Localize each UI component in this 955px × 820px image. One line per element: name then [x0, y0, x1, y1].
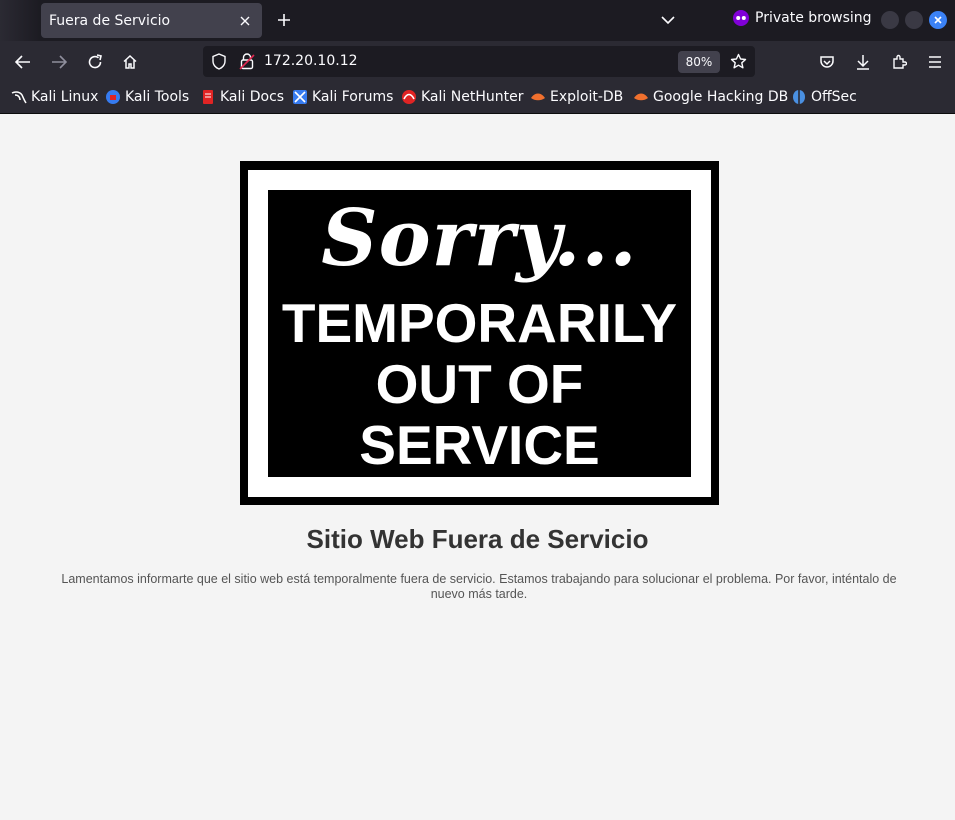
- bookmark-kali-forums[interactable]: Kali Forums: [292, 89, 393, 105]
- tab-title: Fuera de Servicio: [49, 12, 171, 29]
- bookmark-star-icon[interactable]: [730, 53, 747, 74]
- download-icon: [857, 55, 869, 70]
- kali-tools-icon: [105, 89, 121, 105]
- new-tab-button[interactable]: [272, 8, 296, 32]
- back-button[interactable]: [11, 50, 35, 74]
- ghdb-icon: [633, 89, 649, 105]
- pocket-icon: [820, 56, 834, 68]
- maximize-button[interactable]: [905, 11, 923, 29]
- page-message: Lamentamos informarte que el sitio web e…: [61, 572, 897, 601]
- reload-icon: [88, 54, 102, 69]
- minimize-button[interactable]: [881, 11, 899, 29]
- bookmark-kali-docs[interactable]: Kali Docs: [200, 89, 284, 105]
- kali-forums-icon: [292, 89, 308, 105]
- shield-icon[interactable]: [211, 53, 227, 74]
- bookmark-kali-linux[interactable]: Kali Linux: [11, 89, 98, 105]
- forward-arrow-icon: [52, 55, 67, 69]
- back-arrow-icon: [15, 55, 30, 69]
- page-heading: Sitio Web Fuera de Servicio: [306, 524, 649, 554]
- puzzle-icon: [893, 54, 907, 69]
- bookmarks-toolbar: Kali Linux Kali Tools Kali Docs Kali For…: [0, 83, 955, 114]
- reload-button[interactable]: [83, 50, 107, 74]
- window-close-button[interactable]: [929, 11, 947, 29]
- private-browsing-indicator: Private browsing: [733, 10, 872, 26]
- private-mask-icon: [733, 10, 749, 26]
- url-bar[interactable]: 172.20.10.12 80%: [203, 46, 755, 77]
- out-of-service-sign-image: Sorry... TEMPORARILY OUT OF SERVICE: [240, 161, 719, 505]
- home-button[interactable]: [118, 50, 142, 74]
- offsec-icon: [791, 89, 807, 105]
- tab-fuera-de-servicio[interactable]: Fuera de Servicio: [41, 3, 262, 38]
- close-icon[interactable]: [234, 10, 256, 32]
- tab-strip-edge: [0, 0, 40, 41]
- sign-line-temporarily: TEMPORARILY: [281, 292, 678, 354]
- bookmark-kali-tools[interactable]: Kali Tools: [105, 89, 189, 105]
- sign-sorry-text: Sorry...: [321, 193, 638, 284]
- zoom-level-button[interactable]: 80%: [678, 51, 720, 73]
- bookmark-exploit-db[interactable]: Exploit-DB: [530, 89, 623, 105]
- kali-dragon-icon: [11, 89, 27, 105]
- downloads-button[interactable]: [851, 50, 875, 74]
- hamburger-icon: [929, 56, 941, 68]
- list-all-tabs-button[interactable]: [656, 8, 680, 32]
- chevron-down-icon: [661, 16, 675, 25]
- private-browsing-label: Private browsing: [755, 10, 872, 26]
- plus-icon: [278, 14, 290, 26]
- page-content: Sorry... TEMPORARILY OUT OF SERVICE Siti…: [0, 114, 955, 820]
- close-icon: [934, 16, 942, 24]
- sign-line-out-of: OUT OF: [375, 353, 584, 415]
- nethunter-icon: [401, 89, 417, 105]
- sign-line-service: SERVICE: [359, 414, 600, 476]
- insecure-lock-icon[interactable]: [239, 53, 255, 74]
- exploit-db-icon: [530, 89, 546, 105]
- pocket-button[interactable]: [815, 50, 839, 74]
- menu-button[interactable]: [923, 50, 947, 74]
- bookmark-offsec[interactable]: OffSec: [791, 89, 857, 105]
- forward-button[interactable]: [47, 50, 71, 74]
- bookmark-google-hacking-db[interactable]: Google Hacking DB: [633, 89, 788, 105]
- bookmark-kali-nethunter[interactable]: Kali NetHunter: [401, 89, 523, 105]
- url-text[interactable]: 172.20.10.12: [264, 53, 358, 69]
- kali-docs-icon: [200, 89, 216, 105]
- home-icon: [123, 54, 137, 69]
- extensions-button[interactable]: [887, 50, 911, 74]
- tab-strip: Fuera de Servicio Private browsing: [0, 0, 955, 41]
